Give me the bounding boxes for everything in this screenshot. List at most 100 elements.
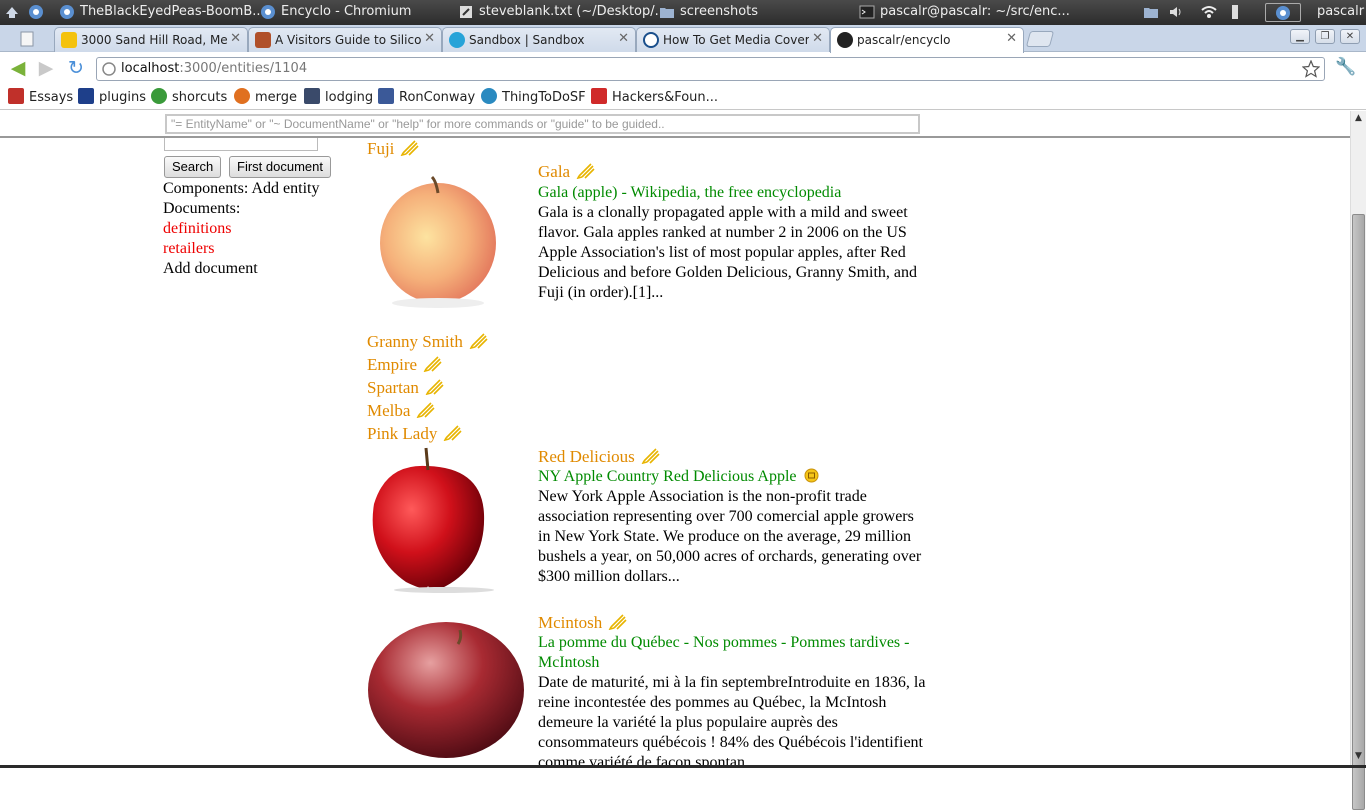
edit-pen-icon[interactable] bbox=[608, 612, 628, 630]
close-window-button[interactable]: ✕ bbox=[1340, 29, 1360, 44]
essays-icon bbox=[8, 88, 24, 104]
battery-icon[interactable] bbox=[1227, 4, 1243, 20]
entity-granny-smith[interactable]: Granny Smith bbox=[367, 331, 489, 353]
task-item[interactable]: TheBlackEyedPeas-BoomB... bbox=[80, 4, 265, 19]
forward-arrow-icon: ▶ bbox=[38, 57, 54, 79]
task-item[interactable]: screenshots bbox=[680, 4, 758, 19]
merge-icon bbox=[234, 88, 250, 104]
task-terminal-icon bbox=[859, 5, 875, 19]
shortcuts-icon bbox=[151, 88, 167, 104]
user-name[interactable]: pascalr bbox=[1317, 4, 1364, 19]
chromium-indicator[interactable] bbox=[1265, 3, 1301, 22]
document-link-retailers[interactable]: retailers bbox=[163, 239, 215, 259]
components-label: Components: bbox=[163, 180, 249, 197]
edit-pen-icon[interactable] bbox=[416, 400, 436, 418]
bookmark-ronconway[interactable]: RonConway bbox=[378, 88, 475, 105]
bookmarks-bar: Essays plugins shorcuts merge lodging Ro… bbox=[0, 84, 1366, 110]
documents-label: Documents: bbox=[163, 200, 241, 217]
edit-pen-icon[interactable] bbox=[641, 446, 661, 464]
page-info-icon[interactable] bbox=[102, 62, 116, 76]
page-scrollbar[interactable]: ▲ ▼ bbox=[1350, 111, 1366, 810]
close-tab-icon[interactable]: ✕ bbox=[812, 31, 823, 46]
url-text: localhost:3000/entities/1104 bbox=[121, 61, 308, 76]
reload-icon: ↻ bbox=[68, 57, 84, 79]
wrench-menu-button[interactable]: 🔧 bbox=[1334, 57, 1358, 79]
mcintosh-apple-image bbox=[368, 622, 524, 758]
edit-pen-icon[interactable] bbox=[425, 377, 445, 395]
entity-fuji[interactable]: Fuji bbox=[367, 138, 420, 160]
edit-pen-icon[interactable] bbox=[400, 138, 420, 156]
task-item[interactable]: pascalr@pascalr: ~/src/enc... bbox=[880, 4, 1070, 19]
entity-pink-lady[interactable]: Pink Lady bbox=[367, 423, 463, 445]
mcintosh-document-excerpt: Date de maturité, mi à la fin septembreI… bbox=[538, 674, 926, 765]
task-item[interactable]: Encyclo - Chromium bbox=[281, 4, 411, 19]
maximize-button[interactable]: ❐ bbox=[1315, 29, 1335, 44]
edit-pen-icon[interactable] bbox=[423, 354, 443, 372]
chromium-launcher-icon[interactable] bbox=[28, 4, 44, 20]
tab-visitors-guide[interactable]: A Visitors Guide to Silicon V ✕ bbox=[248, 27, 442, 52]
edit-pen-icon[interactable] bbox=[443, 423, 463, 441]
add-document-link[interactable]: Add document bbox=[163, 259, 258, 279]
task-folder-icon bbox=[660, 8, 674, 18]
close-tab-icon[interactable]: ✕ bbox=[618, 31, 629, 46]
bookmark-shorcuts[interactable]: shorcuts bbox=[151, 88, 227, 105]
document-link-definitions[interactable]: definitions bbox=[163, 219, 231, 239]
first-document-button[interactable]: First document bbox=[229, 156, 331, 178]
close-tab-icon[interactable]: ✕ bbox=[1006, 31, 1017, 46]
gala-document-excerpt: Gala is a clonally propagated apple with… bbox=[538, 204, 918, 301]
bookmark-hackers-founders[interactable]: Hackers&Foun... bbox=[591, 88, 718, 105]
edit-pen-icon[interactable] bbox=[576, 161, 596, 179]
bookmark-star-icon[interactable] bbox=[1302, 60, 1320, 78]
ronconway-icon bbox=[378, 88, 394, 104]
gala-document-link[interactable]: Gala (apple) - Wikipedia, the free encyc… bbox=[538, 183, 928, 203]
new-page-icon[interactable] bbox=[18, 31, 36, 47]
document-info-icon[interactable] bbox=[804, 468, 819, 483]
gala-apple-image bbox=[380, 175, 496, 308]
bookmark-plugins[interactable]: plugins bbox=[78, 88, 146, 105]
tab-sand-hill-road[interactable]: 3000 Sand Hill Road, Menlo ✕ bbox=[54, 27, 248, 52]
entity-red-delicious[interactable]: Red Delicious bbox=[538, 446, 661, 468]
minimize-button[interactable]: ▁ bbox=[1290, 29, 1310, 44]
app-menu-icon[interactable] bbox=[4, 4, 20, 20]
close-tab-icon[interactable]: ✕ bbox=[424, 31, 435, 46]
bookmark-merge[interactable]: merge bbox=[234, 88, 297, 105]
bookmark-essays[interactable]: Essays bbox=[8, 88, 73, 105]
search-button[interactable]: Search bbox=[164, 156, 222, 178]
forward-button[interactable]: ▶ bbox=[34, 57, 58, 79]
bookmark-lodging[interactable]: lodging bbox=[304, 88, 373, 105]
task-item[interactable]: steveblank.txt (~/Desktop/... bbox=[479, 4, 667, 19]
scroll-thumb[interactable] bbox=[1352, 214, 1365, 810]
back-button[interactable]: ◀ bbox=[6, 57, 30, 79]
tab-encyclo-github[interactable]: pascalr/encyclo ✕ bbox=[830, 27, 1024, 53]
power-favicon-icon bbox=[643, 32, 659, 48]
scroll-down-arrow-icon[interactable]: ▼ bbox=[1353, 751, 1364, 762]
volume-icon[interactable] bbox=[1168, 4, 1184, 20]
maps-favicon-icon bbox=[61, 32, 77, 48]
scroll-up-arrow-icon[interactable]: ▲ bbox=[1353, 113, 1364, 124]
new-tab-button[interactable] bbox=[1025, 31, 1055, 47]
red-delicious-apple-image bbox=[372, 447, 494, 593]
close-tab-icon[interactable]: ✕ bbox=[230, 31, 241, 46]
wrench-icon: 🔧 bbox=[1335, 57, 1357, 77]
entity-melba[interactable]: Melba bbox=[367, 400, 436, 422]
add-entity-link[interactable]: Add entity bbox=[251, 180, 319, 197]
tab-media-coverage[interactable]: How To Get Media Coverage ✕ bbox=[636, 27, 830, 52]
wifi-icon[interactable] bbox=[1201, 4, 1217, 20]
visitors-guide-favicon-icon bbox=[255, 32, 271, 48]
tab-sandbox[interactable]: Sandbox | Sandbox ✕ bbox=[442, 27, 636, 52]
command-input[interactable] bbox=[165, 114, 920, 134]
network-folder-icon[interactable] bbox=[1143, 4, 1159, 20]
browser-toolbar: ◀ ▶ ↻ localhost:3000/entities/1104 🔧 bbox=[0, 53, 1366, 84]
search-input[interactable] bbox=[164, 138, 318, 151]
bookmark-thingtodosf[interactable]: ThingToDoSF bbox=[481, 88, 586, 105]
red-delicious-document-link[interactable]: NY Apple Country Red Delicious Apple bbox=[538, 467, 938, 487]
address-bar[interactable]: localhost:3000/entities/1104 bbox=[96, 57, 1325, 81]
edit-pen-icon[interactable] bbox=[469, 331, 489, 349]
mcintosh-document-link[interactable]: La pomme du Québec - Nos pommes - Pommes… bbox=[538, 633, 918, 673]
entity-mcintosh[interactable]: Mcintosh bbox=[538, 612, 628, 634]
entity-gala[interactable]: Gala bbox=[538, 161, 596, 183]
reload-button[interactable]: ↻ bbox=[64, 57, 88, 79]
components-row: Components: Add entity bbox=[163, 179, 319, 199]
entity-spartan[interactable]: Spartan bbox=[367, 377, 445, 399]
entity-empire[interactable]: Empire bbox=[367, 354, 443, 376]
